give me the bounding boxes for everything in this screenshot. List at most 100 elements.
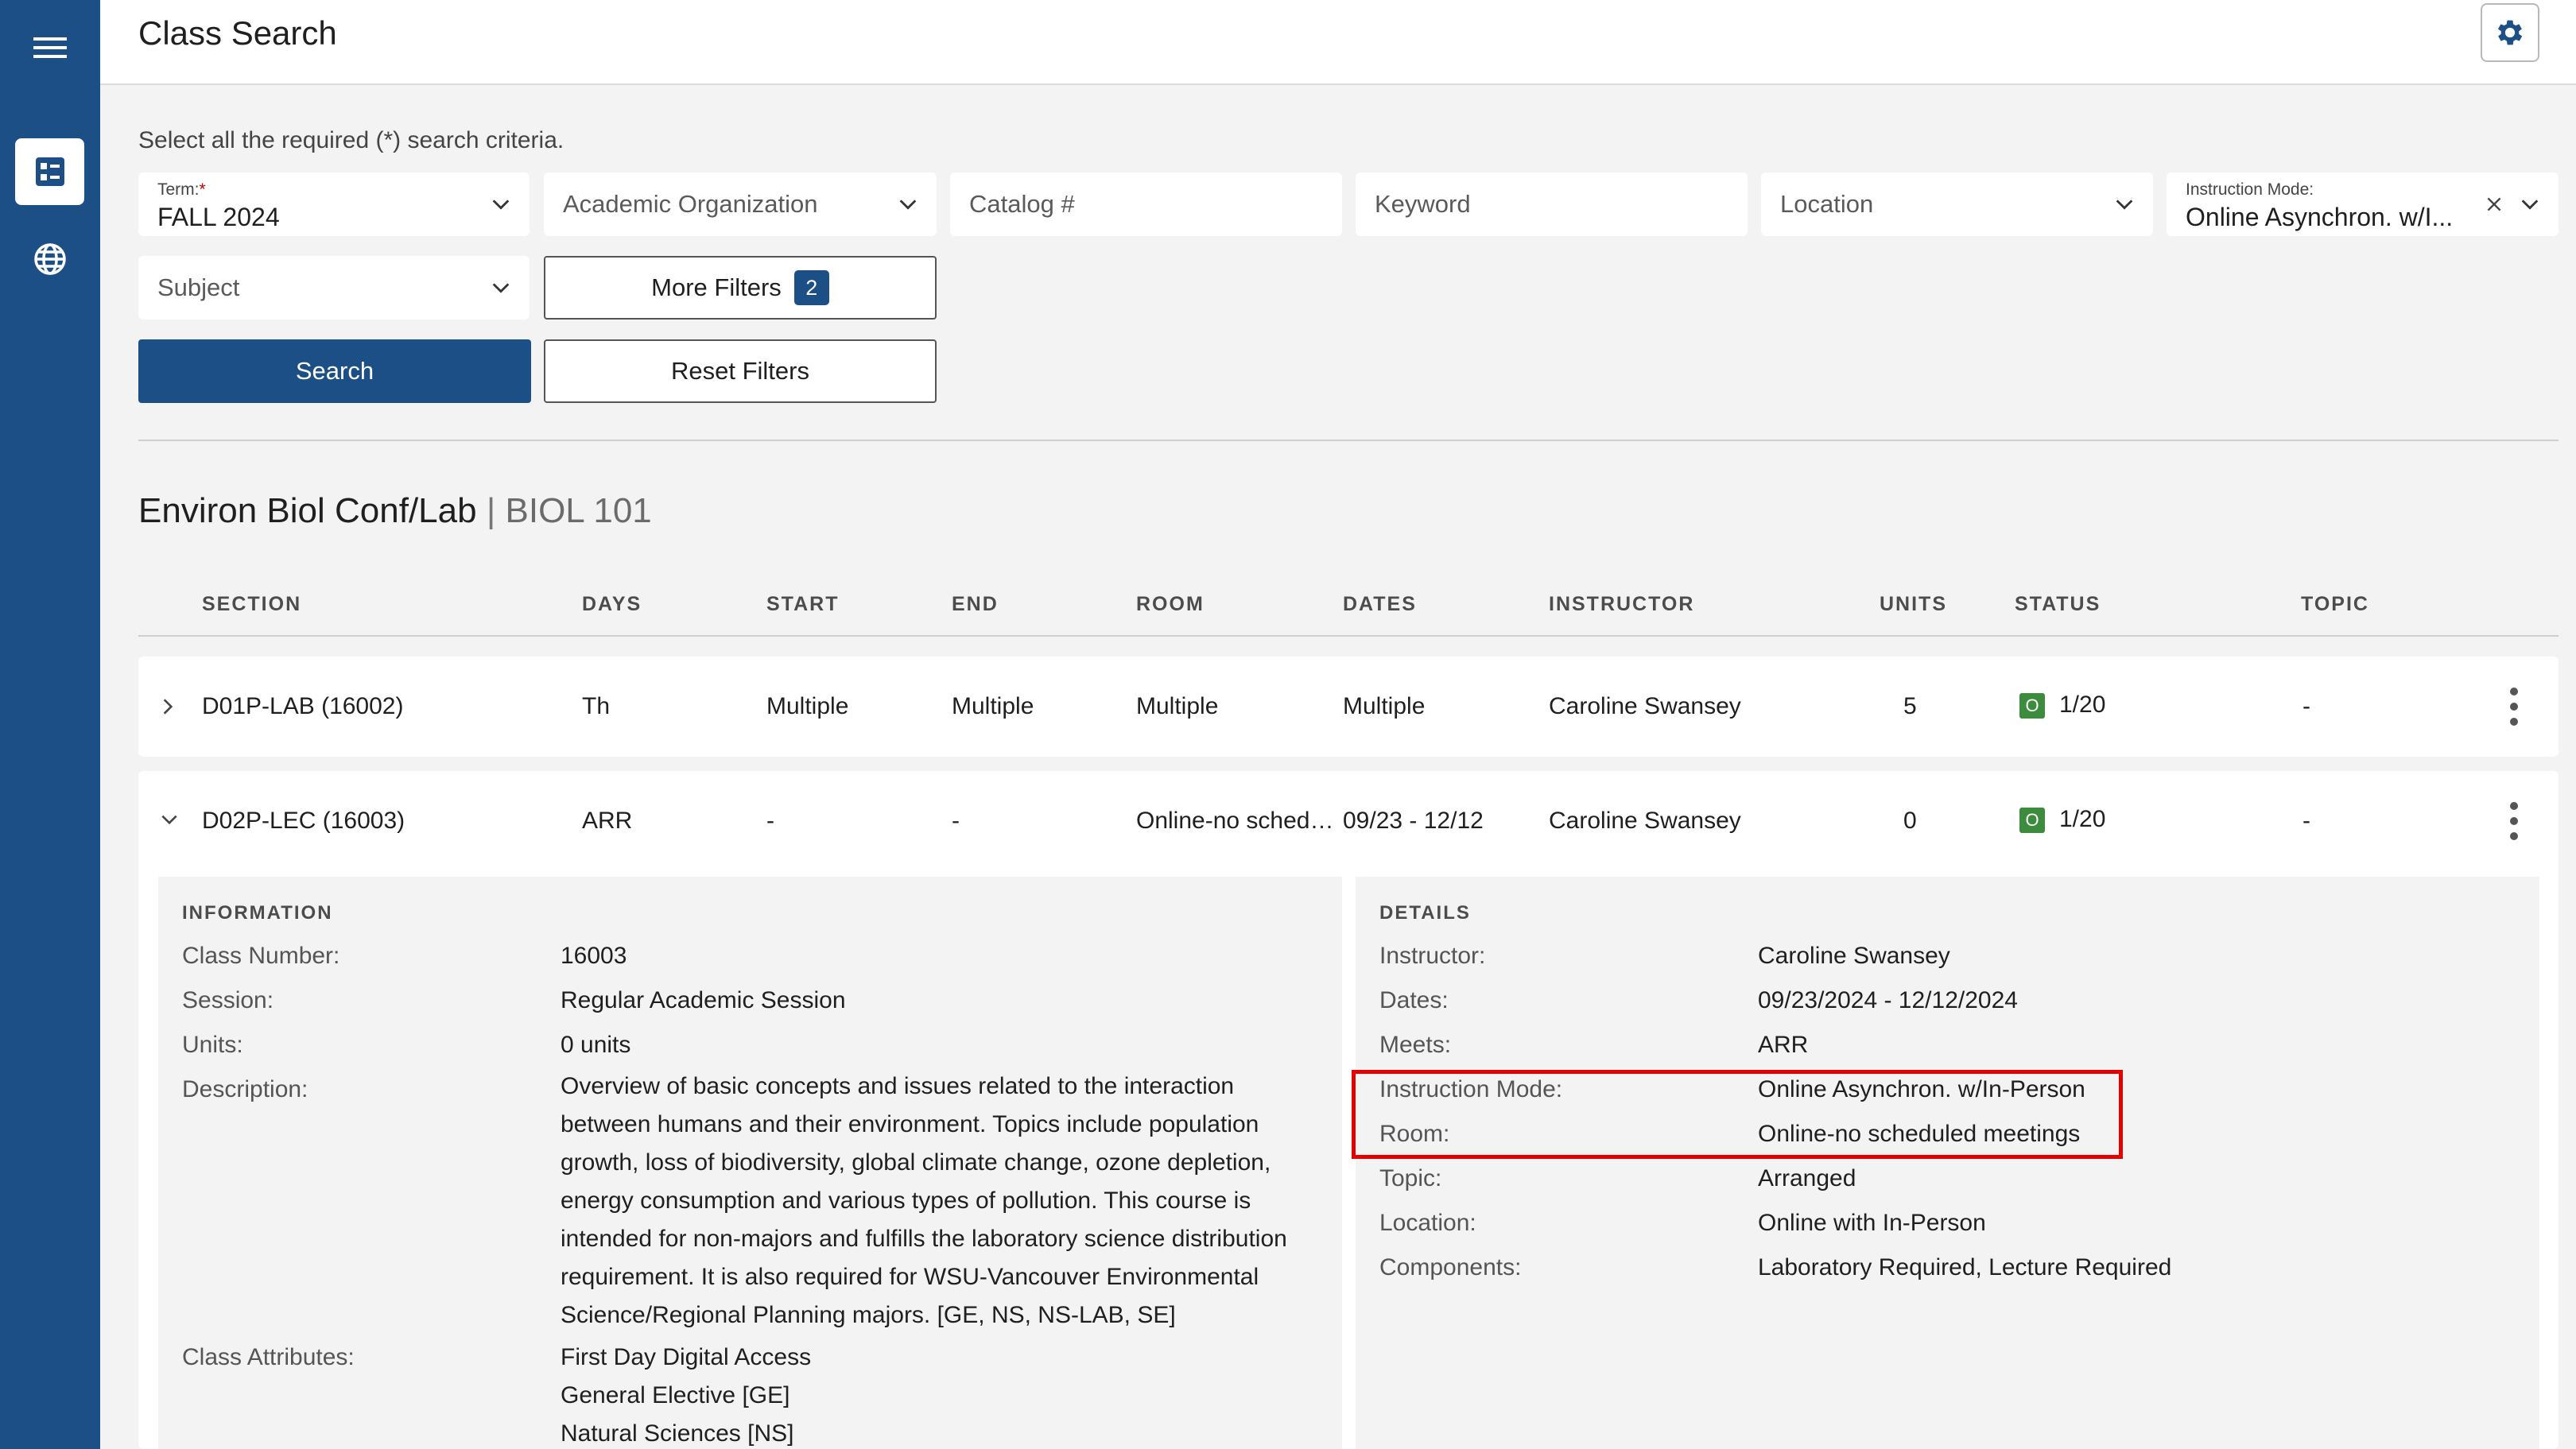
instructor-cell: Caroline Swansey	[1549, 808, 1741, 834]
topic-cell: -	[2302, 808, 2310, 834]
term-select[interactable]: Term:* FALL 2024	[138, 172, 530, 236]
gear-icon	[2497, 20, 2523, 45]
dates-cell: 09/23 - 12/12	[1343, 808, 1484, 834]
col-header-days: DAYS	[582, 593, 642, 615]
status-cell: O 1/20	[2019, 692, 2105, 719]
chevron-down-icon	[899, 200, 917, 210]
location-label: Location:	[1379, 1210, 1476, 1236]
col-header-section: SECTION	[202, 593, 302, 615]
details-panel: DETAILS Instructor: Caroline Swansey Dat…	[1356, 877, 2539, 1449]
topic-cell: -	[2302, 693, 2310, 719]
information-panel: INFORMATION Class Number: 16003 Session:…	[158, 877, 1342, 1449]
units-value: 0 units	[561, 1032, 631, 1058]
class-search-nav-icon[interactable]	[15, 138, 84, 205]
catalog-placeholder: Catalog #	[969, 190, 1075, 218]
page-title: Class Search	[138, 14, 337, 52]
status-value: 1/20	[2059, 806, 2106, 832]
col-header-status: STATUS	[2015, 593, 2101, 615]
divider	[138, 440, 2559, 441]
col-header-instructor: INSTRUCTOR	[1549, 593, 1695, 615]
col-header-end: END	[952, 593, 999, 615]
chevron-down-icon	[2521, 200, 2539, 210]
term-value: FALL 2024	[157, 203, 280, 231]
menu-icon[interactable]	[15, 14, 84, 81]
settings-button[interactable]	[2481, 3, 2539, 62]
meets-label: Meets:	[1379, 1032, 1452, 1058]
subject-select[interactable]: Subject	[138, 256, 530, 320]
location-placeholder: Location	[1780, 190, 1874, 218]
topic-value: Arranged	[1758, 1165, 1856, 1191]
academic-org-placeholder: Academic Organization	[563, 190, 818, 218]
clear-icon[interactable]	[2484, 194, 2504, 215]
details-heading: DETAILS	[1379, 902, 1471, 924]
meets-value: ARR	[1758, 1032, 1809, 1058]
units-cell: 5	[1903, 693, 1917, 719]
start-cell: -	[766, 808, 774, 834]
location-value: Online with In-Person	[1758, 1210, 1986, 1236]
attribute-item: General Elective [GE]	[561, 1382, 790, 1408]
chevron-down-icon	[2116, 200, 2133, 210]
search-button[interactable]: Search	[138, 339, 531, 403]
col-header-room: ROOM	[1136, 593, 1205, 615]
section-cell[interactable]: D01P-LAB (16002)	[202, 693, 403, 720]
components-value: Laboratory Required, Lecture Required	[1758, 1254, 2172, 1280]
course-code: BIOL 101	[505, 491, 652, 530]
table-row[interactable]: D01P-LAB (16002) Th Multiple Multiple Mu…	[138, 657, 2559, 757]
status-cell: O 1/20	[2019, 806, 2106, 834]
dates-cell: Multiple	[1343, 693, 1426, 719]
start-cell: Multiple	[766, 693, 849, 719]
open-status-icon: O	[2019, 693, 2045, 719]
attribute-item: First Day Digital Access	[561, 1344, 812, 1370]
col-header-start: START	[766, 593, 840, 615]
chevron-right-icon[interactable]	[157, 695, 178, 719]
col-header-topic: TOPIC	[2301, 593, 2369, 615]
chevron-down-icon[interactable]	[157, 809, 181, 830]
instruction-mode-select[interactable]: Instruction Mode: Online Asynchron. w/I.…	[2167, 172, 2559, 236]
filter-count-badge: 2	[793, 270, 829, 305]
dates-label: Dates:	[1379, 987, 1449, 1013]
room-cell: Online-no sched…	[1136, 808, 1334, 834]
col-header-dates: DATES	[1343, 593, 1417, 615]
instructor-label: Instructor:	[1379, 943, 1486, 969]
open-status-icon: O	[2019, 808, 2045, 834]
information-heading: INFORMATION	[182, 902, 333, 924]
description-label: Description:	[182, 1076, 308, 1102]
more-filters-button[interactable]: More Filters 2	[544, 256, 937, 320]
instructor-value: Caroline Swansey	[1758, 943, 1950, 969]
section-cell[interactable]: D02P-LEC (16003)	[202, 808, 405, 835]
header-divider	[138, 635, 2559, 637]
course-title: Environ Biol Conf/Lab | BIOL 101	[138, 491, 652, 531]
more-filters-label: More Filters	[651, 273, 782, 301]
units-cell: 0	[1903, 808, 1917, 834]
instruction-mode-value: Online Asynchron. w/I...	[2186, 203, 2454, 231]
more-options-icon[interactable]	[2508, 801, 2520, 841]
location-select[interactable]: Location	[1761, 172, 2153, 236]
top-bar: Class Search	[100, 0, 2576, 85]
required-mark: *	[199, 180, 206, 199]
end-cell: -	[952, 808, 960, 834]
session-label: Session:	[182, 987, 274, 1013]
days-cell: ARR	[582, 808, 633, 834]
term-label: Term:	[157, 180, 200, 199]
class-number-label: Class Number:	[182, 943, 340, 969]
topic-label: Topic:	[1379, 1165, 1442, 1191]
catalog-input[interactable]: Catalog #	[950, 172, 1342, 236]
chevron-down-icon	[492, 283, 510, 293]
title-separator: |	[486, 491, 496, 530]
instructor-cell: Caroline Swansey	[1549, 693, 1741, 719]
more-options-icon[interactable]	[2508, 687, 2520, 726]
subject-placeholder: Subject	[157, 273, 240, 301]
status-value: 1/20	[2059, 692, 2106, 718]
academic-org-select[interactable]: Academic Organization	[544, 172, 937, 236]
days-cell: Th	[582, 693, 611, 719]
attribute-item: Natural Sciences [NS]	[561, 1420, 794, 1447]
room-cell: Multiple	[1136, 693, 1219, 719]
class-number-value: 16003	[561, 943, 627, 969]
reset-filters-button[interactable]: Reset Filters	[544, 339, 937, 403]
components-label: Components:	[1379, 1254, 1522, 1280]
globe-icon[interactable]	[15, 226, 84, 293]
dates-value: 09/23/2024 - 12/12/2024	[1758, 987, 2018, 1013]
session-value: Regular Academic Session	[561, 987, 846, 1013]
search-hint: Select all the required (*) search crite…	[138, 127, 564, 153]
keyword-input[interactable]: Keyword	[1356, 172, 1748, 236]
